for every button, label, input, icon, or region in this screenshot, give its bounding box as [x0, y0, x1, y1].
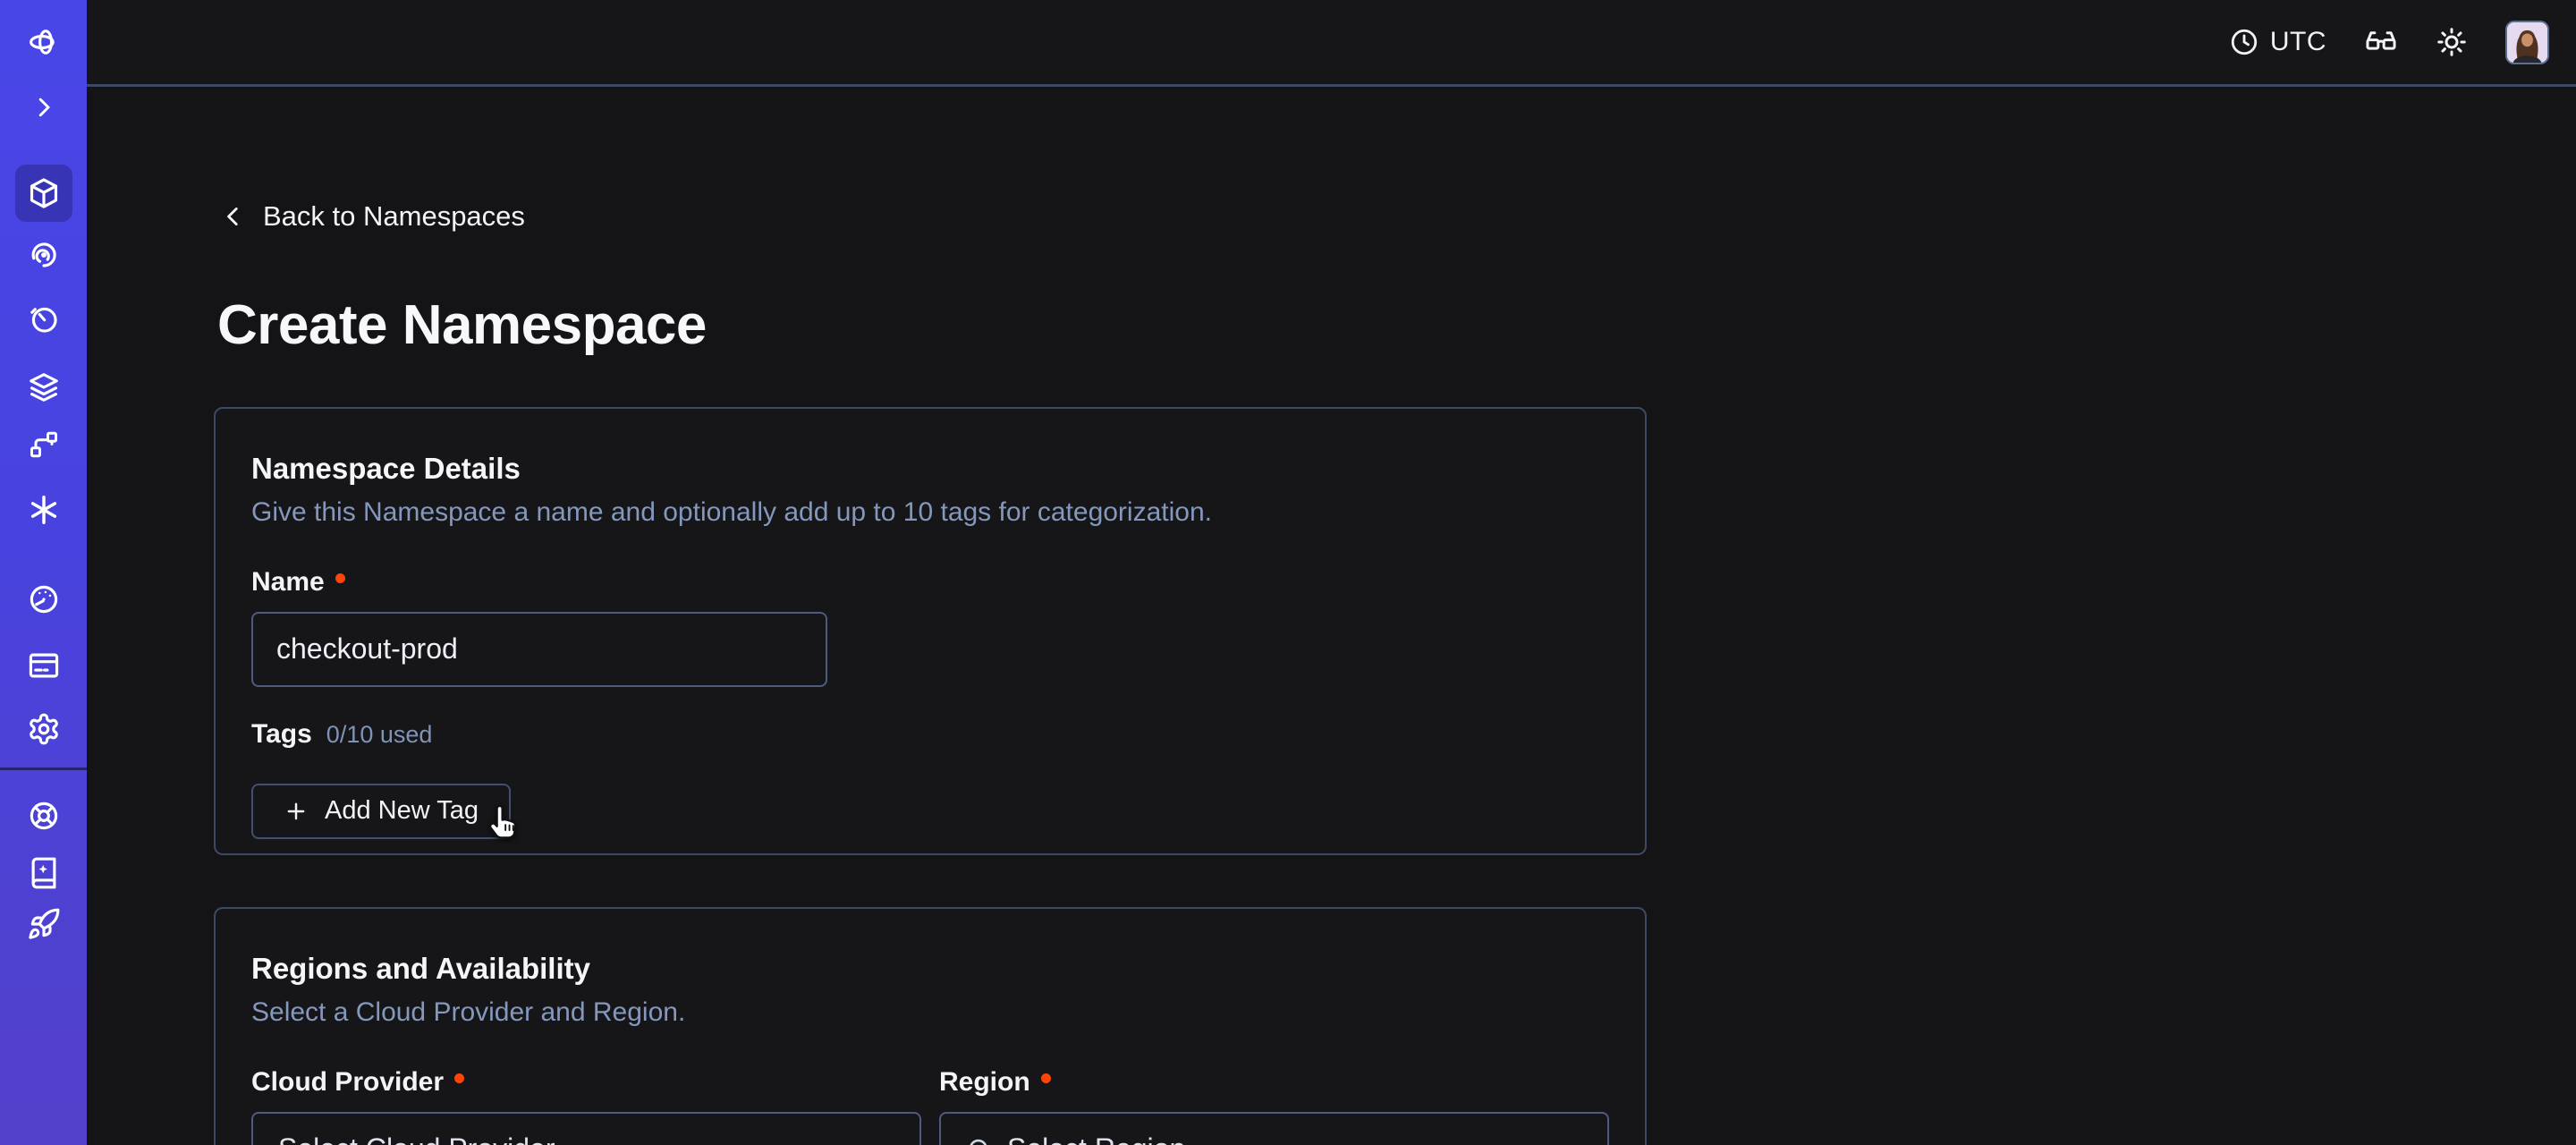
sidebar-item-getting-started[interactable] — [15, 895, 72, 953]
layers-icon — [27, 370, 61, 404]
insights-spiral-icon — [28, 239, 60, 271]
tags-label-row: Tags 0/10 used — [251, 719, 1609, 750]
settings-gear-icon — [27, 712, 61, 746]
sun-icon — [2436, 26, 2468, 58]
usage-gauge-icon — [27, 582, 61, 616]
sidebar — [0, 0, 87, 1145]
schedules-timer-icon — [28, 303, 60, 335]
chevron-down-icon — [866, 1135, 894, 1145]
billing-card-icon — [27, 649, 61, 683]
sidebar-item-schedules[interactable] — [15, 291, 72, 348]
app-root: UTC — [0, 0, 2576, 1145]
timezone-selector[interactable]: UTC — [2229, 27, 2326, 57]
timezone-label: UTC — [2270, 27, 2326, 57]
chevron-left-icon — [222, 201, 245, 232]
back-link[interactable]: Back to Namespaces — [222, 200, 525, 233]
required-dot — [1041, 1073, 1051, 1083]
region-placeholder: Select Region — [1007, 1132, 1539, 1145]
add-new-tag-button[interactable]: Add New Tag — [251, 784, 511, 839]
sidebar-item-nexus[interactable] — [15, 481, 72, 539]
theme-toggle-button[interactable] — [2436, 26, 2468, 58]
page-title: Create Namespace — [217, 293, 2576, 357]
namespace-name-input[interactable] — [251, 612, 827, 687]
provider-region-grid: Cloud Provider Select Cloud Provider Reg… — [251, 1030, 1609, 1145]
user-avatar[interactable] — [2505, 21, 2549, 64]
nexus-asterisk-icon — [27, 493, 61, 527]
sidebar-divider — [0, 768, 87, 770]
support-wheel-icon — [27, 799, 61, 833]
deployments-branch-icon — [28, 428, 60, 461]
topbar: UTC — [87, 0, 2576, 87]
required-dot — [335, 573, 345, 583]
regions-availability-card: Regions and Availability Select a Cloud … — [214, 907, 1647, 1145]
sidebar-item-deployments[interactable] — [15, 416, 72, 473]
cloud-provider-placeholder: Select Cloud Provider — [278, 1132, 852, 1145]
namespace-details-card: Namespace Details Give this Namespace a … — [214, 407, 1647, 855]
card-subtitle: Select a Cloud Provider and Region. — [251, 996, 1609, 1030]
sidebar-item-worker-deployments[interactable] — [15, 359, 72, 416]
sidebar-expand-button[interactable] — [15, 79, 72, 136]
temporal-logo — [15, 14, 72, 70]
card-title: Namespace Details — [251, 450, 1609, 487]
cloud-provider-label: Cloud Provider — [251, 1067, 444, 1098]
plus-icon — [284, 799, 309, 824]
tags-usage-count: 0/10 used — [326, 721, 433, 749]
back-link-label: Back to Namespaces — [263, 200, 525, 233]
sidebar-item-namespaces[interactable] — [15, 165, 72, 222]
name-label-row: Name — [251, 567, 1609, 598]
add-new-tag-label: Add New Tag — [325, 796, 479, 826]
main-content: Back to Namespaces Create Namespace Name… — [87, 87, 2576, 1145]
cloud-provider-field: Cloud Provider Select Cloud Provider — [251, 1030, 921, 1145]
card-subtitle: Give this Namespace a name and optionall… — [251, 496, 1609, 530]
getting-started-rocket-icon — [27, 907, 61, 941]
sidebar-item-support[interactable] — [15, 787, 72, 844]
clock-icon — [2229, 27, 2259, 57]
sidebar-item-insights[interactable] — [15, 226, 72, 284]
sidebar-item-billing[interactable] — [15, 637, 72, 694]
docs-book-icon — [27, 856, 61, 890]
feedback-button[interactable] — [2364, 25, 2398, 59]
name-label: Name — [251, 567, 325, 598]
cloud-provider-select[interactable]: Select Cloud Provider — [251, 1112, 921, 1145]
sidebar-item-settings[interactable] — [15, 700, 72, 758]
chevron-down-icon — [1554, 1135, 1582, 1145]
sidebar-item-usage[interactable] — [15, 571, 72, 628]
required-dot — [454, 1073, 464, 1083]
avatar-image — [2507, 22, 2547, 63]
region-field: Region Select Region — [939, 1030, 1609, 1145]
region-select[interactable]: Select Region — [939, 1112, 1609, 1145]
search-icon — [966, 1136, 993, 1145]
region-label: Region — [939, 1067, 1030, 1098]
tags-label: Tags — [251, 719, 312, 750]
namespaces-cube-icon — [27, 176, 61, 210]
card-title: Regions and Availability — [251, 950, 1609, 987]
sidebar-item-docs[interactable] — [15, 844, 72, 902]
glasses-icon — [2364, 25, 2398, 59]
